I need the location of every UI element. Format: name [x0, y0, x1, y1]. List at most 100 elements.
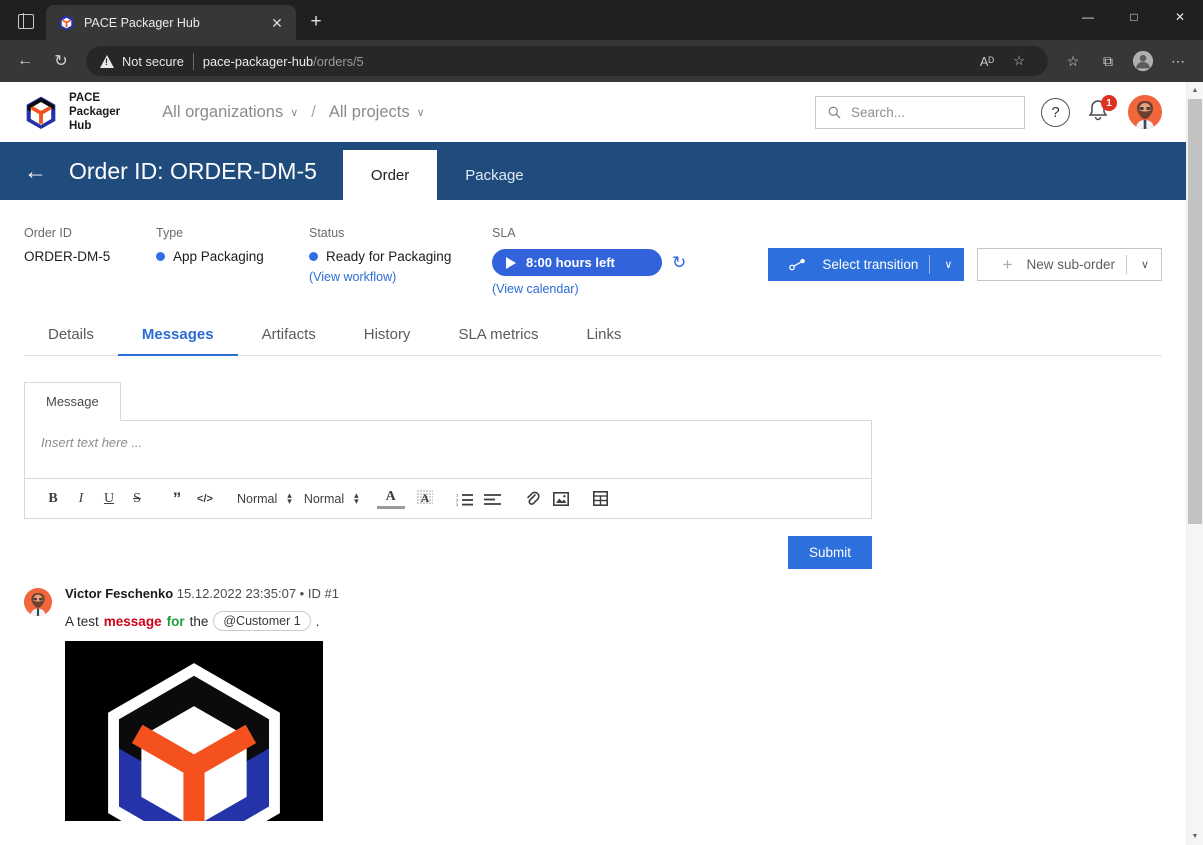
- tab-history[interactable]: History: [340, 326, 435, 355]
- select-transition-button[interactable]: Select transition ∨: [768, 248, 965, 281]
- vertical-scrollbar[interactable]: ▲ ▼: [1186, 82, 1203, 845]
- sla-badge[interactable]: 8:00 hours left: [492, 249, 662, 276]
- meta-sla: SLA 8:00 hours left ↻ (View calendar): [492, 226, 686, 298]
- meta-label-order-id: Order ID: [24, 226, 72, 240]
- organizations-selector[interactable]: All organizations: [162, 103, 283, 122]
- meta-value-type: App Packaging: [156, 249, 309, 264]
- chevron-down-icon[interactable]: ∨: [417, 106, 425, 119]
- heading-select[interactable]: Normal ▴ ▾: [298, 491, 365, 506]
- attachment-icon[interactable]: [519, 485, 547, 513]
- collections-icon[interactable]: ⧉: [1091, 46, 1125, 76]
- reload-icon[interactable]: ↻: [44, 46, 78, 76]
- add-favorite-icon[interactable]: ☆: [1004, 48, 1034, 74]
- tab-details[interactable]: Details: [24, 326, 118, 355]
- image-icon[interactable]: [547, 485, 575, 513]
- back-icon[interactable]: ←: [8, 46, 42, 76]
- order-header-bar: ← Order ID: ORDER-DM-5 Order Package: [0, 142, 1186, 200]
- security-status[interactable]: Not secure: [100, 54, 184, 69]
- submit-button[interactable]: Submit: [787, 536, 872, 569]
- close-window-icon[interactable]: ✕: [1157, 0, 1203, 33]
- message-body: Victor Feschenko 15.12.2022 23:35:07 • I…: [65, 586, 1162, 821]
- brand-line-3: Hub: [69, 120, 92, 132]
- window-controls: — □ ✕: [1065, 0, 1203, 33]
- search-input[interactable]: Search...: [815, 95, 1025, 129]
- browser-actions: ☆ ⧉ ⋯: [1056, 46, 1195, 76]
- order-tab-package[interactable]: Package: [437, 150, 551, 200]
- message-author: Victor Feschenko: [65, 586, 174, 601]
- text-color-icon[interactable]: A: [376, 489, 405, 509]
- settings-more-icon[interactable]: ⋯: [1161, 46, 1195, 76]
- blockquote-icon[interactable]: ”: [163, 485, 191, 513]
- notifications-button[interactable]: 1: [1086, 95, 1117, 126]
- tab-list-icon: [18, 12, 34, 30]
- new-sub-order-label: New sub-order: [1026, 257, 1115, 272]
- italic-icon[interactable]: I: [67, 485, 95, 513]
- chevron-down-icon[interactable]: ∨: [1129, 258, 1161, 271]
- meta-status: Status Ready for Packaging (View workflo…: [309, 226, 492, 298]
- underline-icon[interactable]: U: [95, 485, 123, 513]
- order-tab-order[interactable]: Order: [342, 150, 438, 200]
- scrollbar-track[interactable]: [1187, 99, 1203, 845]
- play-icon: [506, 256, 516, 269]
- editor-tab-message[interactable]: Message: [24, 382, 121, 421]
- list-ordered-icon[interactable]: 123: [451, 485, 479, 513]
- address-bar[interactable]: Not secure pace-packager-hub/orders/5 Aᴰ…: [86, 46, 1048, 76]
- meta-type-text: App Packaging: [173, 249, 264, 264]
- message-attachment-image[interactable]: [65, 641, 323, 821]
- order-actions: Select transition ∨ + New sub-order ∨: [768, 226, 1162, 298]
- favorites-icon[interactable]: ☆: [1056, 46, 1090, 76]
- message-text-part2: the: [189, 613, 209, 629]
- view-workflow-link[interactable]: (View workflow): [309, 270, 396, 284]
- button-divider: [1126, 255, 1127, 274]
- refresh-icon[interactable]: ↻: [672, 253, 686, 273]
- scrollbar-thumb[interactable]: [1188, 99, 1202, 524]
- code-icon[interactable]: </>: [191, 485, 219, 513]
- font-size-select[interactable]: Normal ▴ ▾: [231, 491, 298, 506]
- new-tab-button[interactable]: +: [300, 6, 332, 38]
- chevron-down-icon[interactable]: ∨: [290, 106, 298, 119]
- tab-messages[interactable]: Messages: [117, 326, 238, 356]
- meta-type: Type App Packaging: [156, 226, 309, 298]
- maximize-icon[interactable]: □: [1111, 0, 1157, 33]
- table-icon[interactable]: [587, 485, 615, 513]
- tab-search-button[interactable]: [6, 4, 46, 38]
- message-input[interactable]: Insert text here ...: [25, 421, 871, 478]
- browser-profile-icon[interactable]: [1126, 46, 1160, 76]
- back-to-orders-icon[interactable]: ←: [24, 142, 69, 200]
- editor-tab-row: Message: [24, 382, 872, 421]
- tab-sla-metrics[interactable]: SLA metrics: [434, 326, 562, 355]
- tab-artifacts[interactable]: Artifacts: [238, 326, 340, 355]
- transition-icon: [781, 258, 813, 271]
- submit-row: Submit: [24, 536, 872, 569]
- tab-links[interactable]: Links: [562, 326, 645, 355]
- meta-status-text: Ready for Packaging: [326, 249, 452, 264]
- mention-chip[interactable]: @Customer 1: [213, 611, 311, 631]
- bold-icon[interactable]: B: [39, 485, 67, 513]
- scroll-down-icon[interactable]: ▼: [1187, 828, 1203, 845]
- avatar[interactable]: [1128, 95, 1162, 129]
- status-dot-icon: [309, 252, 318, 261]
- brand-logo[interactable]: PACE Packager Hub: [24, 91, 120, 133]
- help-button[interactable]: ?: [1041, 97, 1070, 127]
- order-tab-nav: Details Messages Artifacts History SLA m…: [24, 326, 1162, 356]
- align-icon[interactable]: [479, 485, 507, 513]
- search-placeholder: Search...: [851, 104, 906, 120]
- svg-text:A: A: [420, 491, 429, 505]
- scroll-up-icon[interactable]: ▲: [1187, 82, 1203, 99]
- message-text-part1: A test: [65, 613, 99, 629]
- view-calendar-link[interactable]: (View calendar): [492, 282, 579, 296]
- strikethrough-icon[interactable]: S: [123, 485, 151, 513]
- minimize-icon[interactable]: —: [1065, 0, 1111, 33]
- browser-tab[interactable]: PACE Packager Hub ✕: [46, 5, 296, 40]
- message-text-bold-green: for: [166, 613, 185, 629]
- pace-logo-icon: [26, 96, 56, 129]
- chevron-down-icon[interactable]: ∨: [932, 258, 964, 271]
- background-color-icon[interactable]: A: [411, 485, 439, 513]
- sla-text: 8:00 hours left: [526, 255, 615, 270]
- close-icon[interactable]: ✕: [266, 12, 288, 34]
- avatar: [24, 588, 52, 616]
- new-sub-order-button[interactable]: + New sub-order ∨: [977, 248, 1162, 281]
- read-aloud-icon[interactable]: Aᴰ: [972, 48, 1002, 74]
- projects-selector[interactable]: All projects: [329, 103, 410, 122]
- brand-line-1: PACE: [69, 91, 101, 104]
